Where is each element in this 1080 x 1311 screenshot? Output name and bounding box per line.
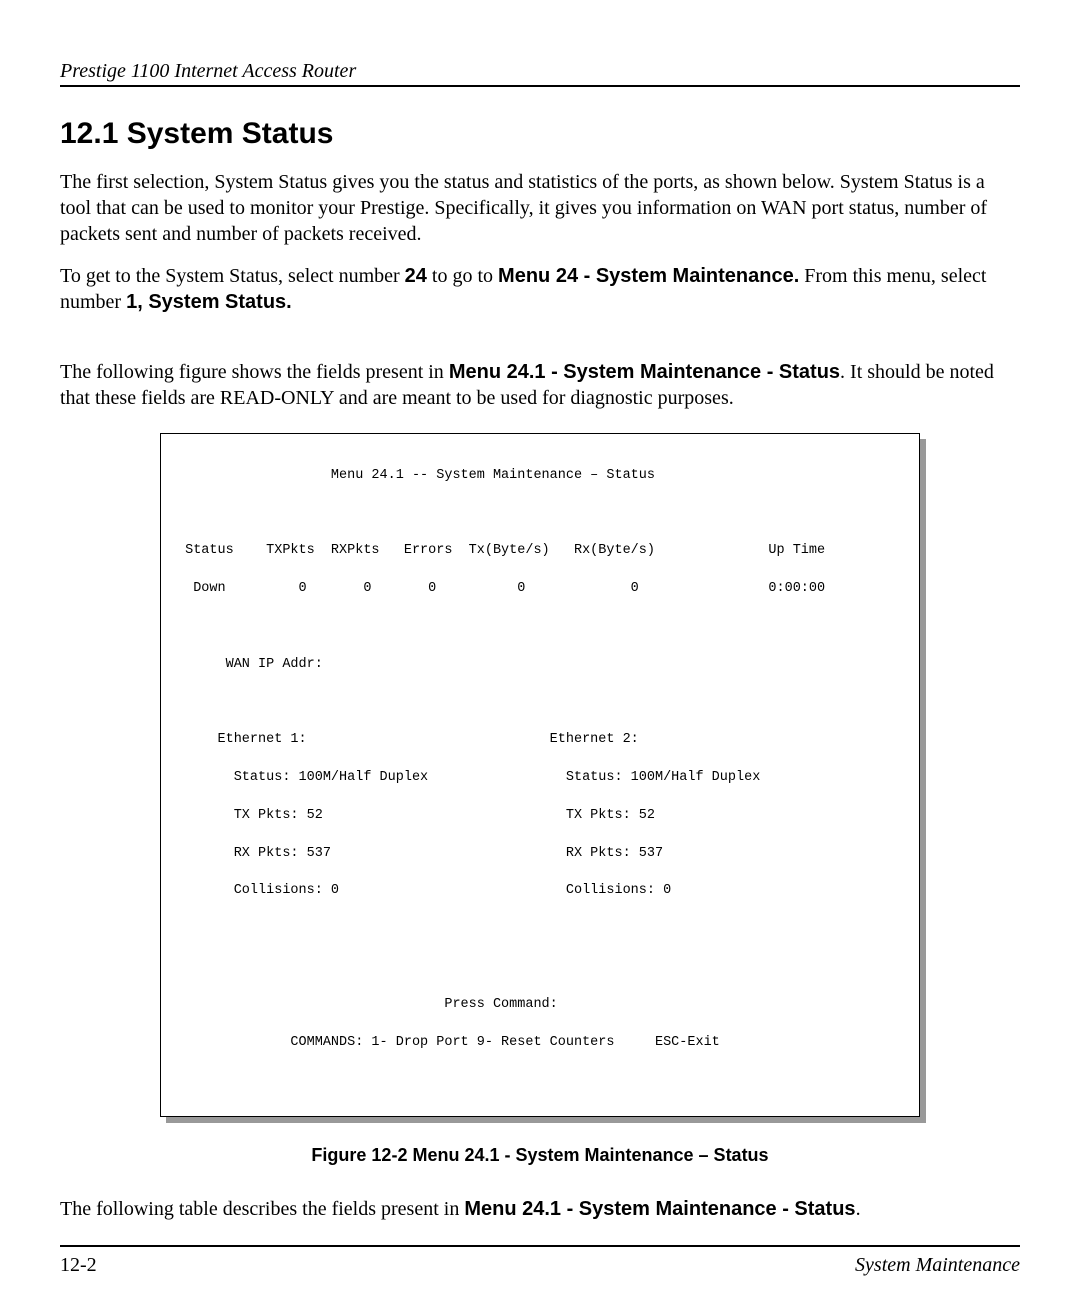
footer-page-number: 12-2: [60, 1254, 97, 1277]
fig-data-line: Down 0 0 0 0 0 0:00:00: [177, 580, 903, 599]
fig-header-line: Status TXPkts RXPkts Errors Tx(Byte/s) R…: [177, 542, 903, 561]
para2-prefix: To get to the System Status, select numb…: [60, 265, 405, 287]
figure-caption: Figure 12-2 Menu 24.1 - System Maintenan…: [60, 1145, 1020, 1166]
fig-status-line: Status: 100M/Half Duplex Status: 100M/Ha…: [177, 769, 903, 788]
paragraph-4: The following table describes the fields…: [60, 1196, 1020, 1222]
page-header-title: Prestige 1100 Internet Access Router: [60, 60, 1020, 83]
para2-bold-24: 24: [405, 265, 427, 287]
fig-rx-line: RX Pkts: 537 RX Pkts: 537: [177, 845, 903, 864]
fig-coll-line: Collisions: 0 Collisions: 0: [177, 882, 903, 901]
fig-commands-line: COMMANDS: 1- Drop Port 9- Reset Counters…: [177, 1034, 903, 1053]
fig-wan-line: WAN IP Addr:: [177, 656, 903, 675]
footer-rule: [60, 1245, 1020, 1247]
fig-title-line: Menu 24.1 -- System Maintenance – Status: [177, 467, 903, 486]
section-heading: 12.1 System Status: [60, 117, 1020, 151]
para2-bold-menu: Menu 24 - System Maintenance.: [498, 265, 799, 287]
header-rule: [60, 85, 1020, 87]
figure-terminal-screenshot: Menu 24.1 -- System Maintenance – Status…: [160, 433, 920, 1117]
para4-tail: .: [856, 1198, 861, 1220]
paragraph-1: The first selection, System Status gives…: [60, 169, 1020, 247]
fig-eth-header: Ethernet 1: Ethernet 2:: [177, 731, 903, 750]
page-footer: 12-2 System Maintenance: [60, 1254, 1020, 1277]
fig-tx-line: TX Pkts: 52 TX Pkts: 52: [177, 807, 903, 826]
para2-mid: to go to: [427, 265, 498, 287]
para3-prefix: The following figure shows the fields pr…: [60, 361, 449, 383]
para4-prefix: The following table describes the fields…: [60, 1198, 464, 1220]
footer-section-name: System Maintenance: [855, 1254, 1020, 1277]
para3-bold: Menu 24.1 - System Maintenance - Status: [449, 361, 840, 383]
fig-press-line: Press Command:: [177, 996, 903, 1015]
para2-bold-status: 1, System Status.: [126, 291, 292, 313]
paragraph-3: The following figure shows the fields pr…: [60, 359, 1020, 411]
paragraph-2: To get to the System Status, select numb…: [60, 263, 1020, 315]
figure-box: Menu 24.1 -- System Maintenance – Status…: [160, 433, 920, 1117]
para4-bold: Menu 24.1 - System Maintenance - Status: [464, 1198, 855, 1220]
